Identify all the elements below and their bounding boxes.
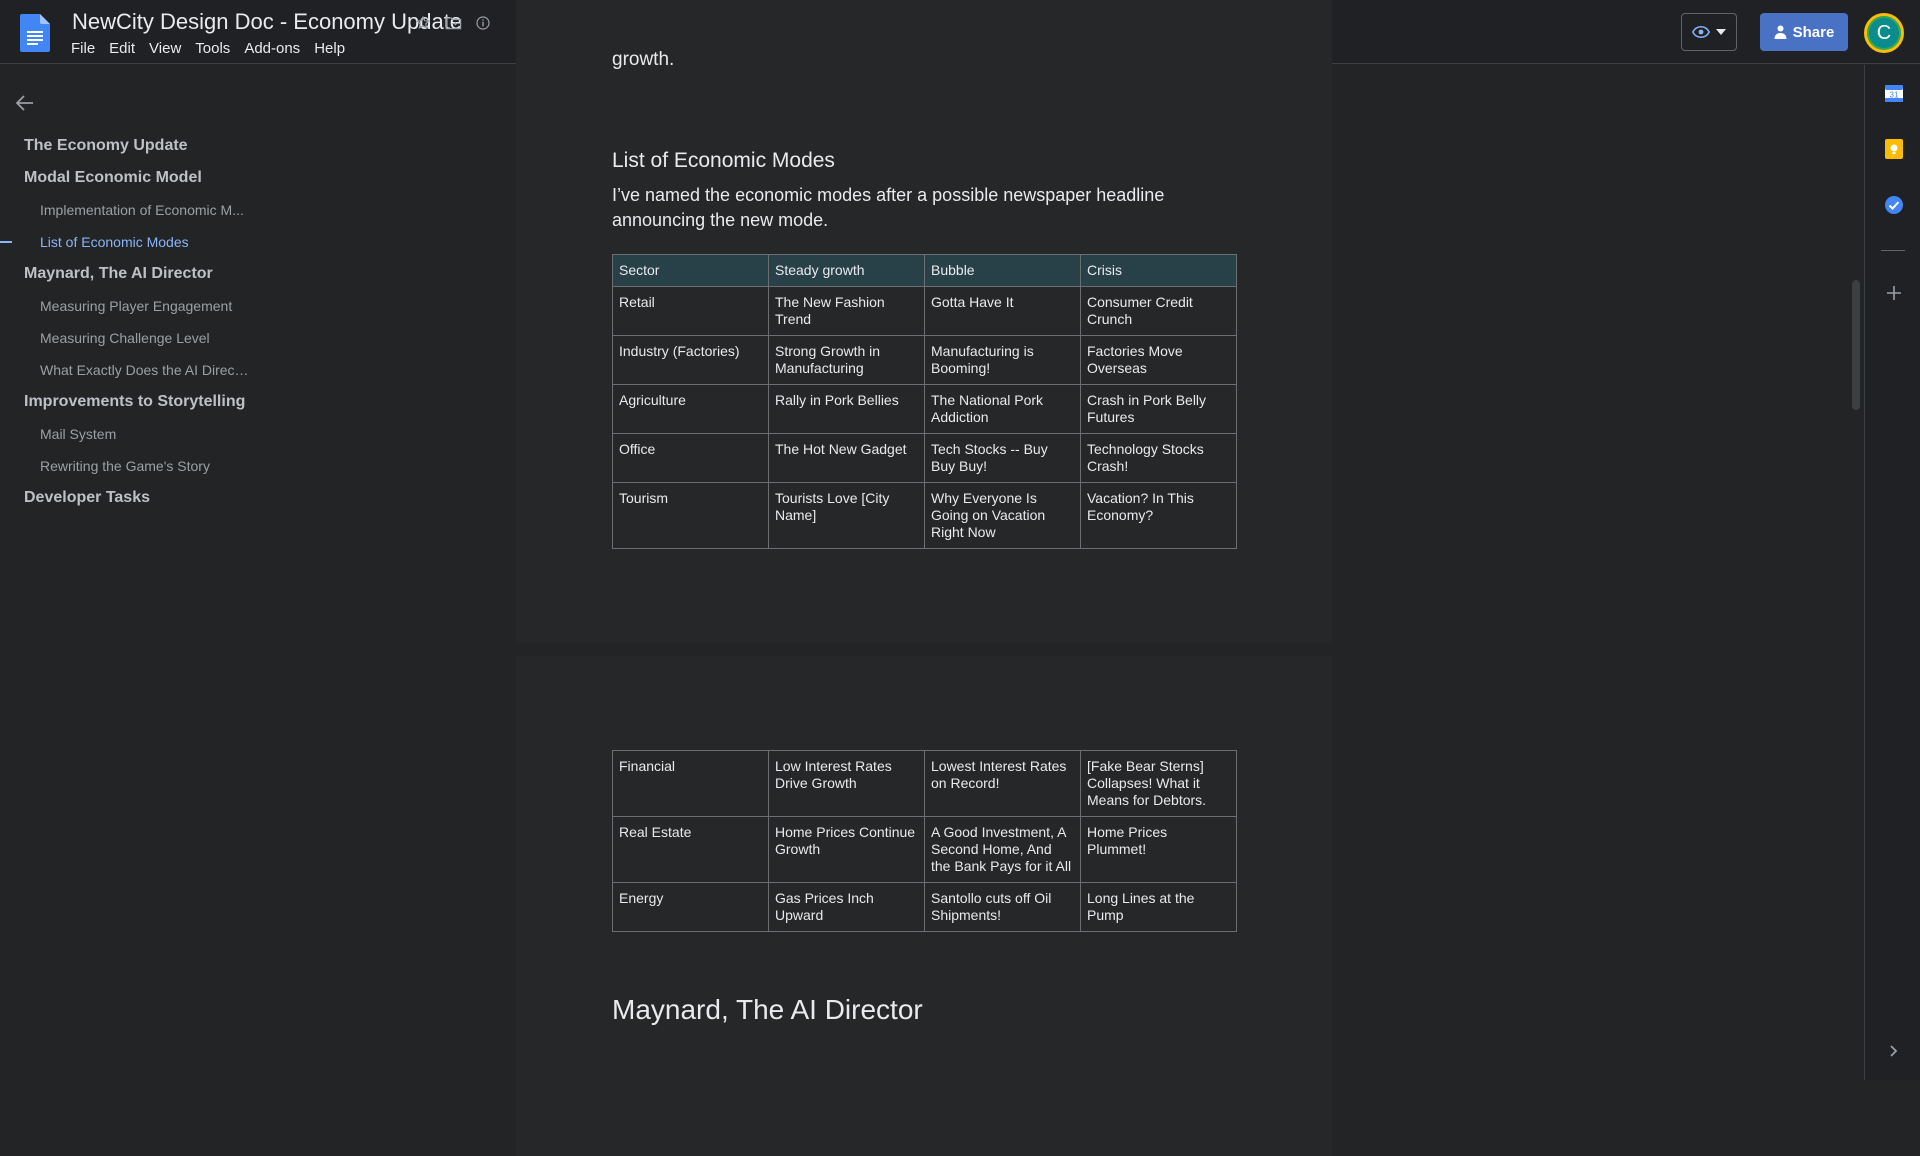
outline-item[interactable]: Developer Tasks [0, 482, 270, 514]
panel-divider [1881, 250, 1905, 251]
menu-file[interactable]: File [64, 38, 102, 59]
table-cell[interactable]: Industry (Factories) [612, 335, 769, 385]
caret-down-icon [1716, 29, 1726, 35]
economic-modes-table-continued[interactable]: Financial Low Interest Rates Drive Growth… [612, 750, 1237, 932]
table-cell[interactable]: Consumer Credit Crunch [1080, 286, 1237, 336]
table-cell[interactable]: [Fake Bear Sterns] Collapses! What it Me… [1080, 750, 1237, 817]
person-icon [1774, 25, 1787, 39]
outline-item[interactable]: Maynard, The AI Director [0, 258, 270, 290]
table-cell[interactable]: Rally in Pork Bellies [768, 384, 925, 434]
table-cell[interactable]: Tourism [612, 482, 769, 549]
table-cell[interactable]: Agriculture [612, 384, 769, 434]
side-panel: 31 [1864, 65, 1920, 1080]
table-cell[interactable]: The National Pork Addiction [924, 384, 1081, 434]
table-row: Office The Hot New Gadget Tech Stocks -- B… [612, 433, 1237, 483]
outline-item[interactable]: Mail System [0, 418, 270, 450]
share-button[interactable]: Share [1760, 13, 1848, 51]
chevron-right-icon[interactable] [1884, 1041, 1904, 1061]
document-outline: The Economy Update Modal Economic Model Im… [0, 65, 270, 1080]
table-row: Energy Gas Prices Inch Upward Santollo cut… [612, 882, 1237, 932]
vertical-scrollbar[interactable] [1852, 280, 1860, 410]
table-cell[interactable]: Energy [612, 882, 769, 932]
table-cell[interactable]: Real Estate [612, 816, 769, 883]
title-actions [412, 12, 494, 34]
table-cell[interactable]: Home Prices Plummet! [1080, 816, 1237, 883]
table-header-cell[interactable]: Sector [612, 254, 769, 287]
calendar-icon[interactable]: 31 [1884, 83, 1904, 103]
outline-item[interactable]: Implementation of Economic M... [0, 194, 270, 226]
heading-maynard[interactable]: Maynard, The AI Director [612, 994, 923, 1026]
menu-bar: File Edit View Tools Add-ons Help [64, 38, 352, 59]
outline-item[interactable]: Measuring Player Engagement [0, 290, 270, 322]
table-cell[interactable]: Why Everyone Is Going on Vacation Right … [924, 482, 1081, 549]
table-cell[interactable]: Gotta Have It [924, 286, 1081, 336]
table-header-cell[interactable]: Bubble [924, 254, 1081, 287]
outline-item[interactable]: List of Economic Modes [0, 226, 270, 258]
table-cell[interactable]: Vacation? In This Economy? [1080, 482, 1237, 549]
table-row: Tourism Tourists Love [City Name] Why Ever… [612, 482, 1237, 549]
menu-tools[interactable]: Tools [188, 38, 237, 59]
table-cell[interactable]: Home Prices Continue Growth [768, 816, 925, 883]
svg-text:31: 31 [1890, 91, 1899, 100]
menu-addons[interactable]: Add-ons [237, 38, 307, 59]
move-folder-icon[interactable] [442, 12, 464, 34]
table-cell[interactable]: Gas Prices Inch Upward [768, 882, 925, 932]
plus-icon[interactable] [1884, 283, 1904, 303]
table-cell[interactable]: Retail [612, 286, 769, 336]
outline-item[interactable]: The Economy Update [0, 130, 270, 162]
table-cell[interactable]: Financial [612, 750, 769, 817]
table-row: Financial Low Interest Rates Drive Growth… [612, 750, 1237, 817]
menu-edit[interactable]: Edit [102, 38, 142, 59]
menu-view[interactable]: View [142, 38, 188, 59]
table-cell[interactable]: The Hot New Gadget [768, 433, 925, 483]
outline-item[interactable]: Rewriting the Game's Story [0, 450, 270, 482]
outline-item[interactable]: Modal Economic Model [0, 162, 270, 194]
outline-list: The Economy Update Modal Economic Model Im… [0, 130, 270, 514]
table-cell[interactable]: The New Fashion Trend [768, 286, 925, 336]
table-header-cell[interactable]: Steady growth [768, 254, 925, 287]
table-cell[interactable]: Tech Stocks -- Buy Buy Buy! [924, 433, 1081, 483]
menu-help[interactable]: Help [307, 38, 352, 59]
tasks-icon[interactable] [1884, 195, 1904, 215]
table-cell[interactable]: Tourists Love [City Name] [768, 482, 925, 549]
back-arrow-icon[interactable] [15, 91, 34, 117]
share-label: Share [1792, 23, 1835, 41]
table-cell[interactable]: A Good Investment, A Second Home, And th… [924, 816, 1081, 883]
document-title[interactable]: NewCity Design Doc - Economy Update [72, 9, 462, 35]
economic-modes-table[interactable]: Sector Steady growth Bubble Crisis Retail Th… [612, 254, 1237, 549]
table-row: Real Estate Home Prices Continue Growth A … [612, 816, 1237, 883]
table-row: Industry (Factories) Strong Growth in Man… [612, 335, 1237, 385]
keep-icon[interactable] [1884, 139, 1904, 159]
outline-item[interactable]: Improvements to Storytelling [0, 386, 270, 418]
info-icon[interactable] [472, 12, 494, 34]
eye-icon [1692, 26, 1710, 38]
table-cell[interactable]: Long Lines at the Pump [1080, 882, 1237, 932]
table-header-cell[interactable]: Crisis [1080, 254, 1237, 287]
heading-economic-modes[interactable]: List of Economic Modes [612, 149, 835, 173]
viewing-mode-button[interactable] [1681, 13, 1737, 51]
table-cell[interactable]: Low Interest Rates Drive Growth [768, 750, 925, 817]
table-row: Agriculture Rally in Pork Bellies The Nati… [612, 384, 1237, 434]
star-icon[interactable] [412, 12, 434, 34]
table-cell[interactable]: Office [612, 433, 769, 483]
table-cell[interactable]: Crash in Pork Belly Futures [1080, 384, 1237, 434]
outline-item[interactable]: Measuring Challenge Level [0, 322, 270, 354]
table-row: Retail The New Fashion Trend Gotta Have It… [612, 286, 1237, 336]
table-cell[interactable]: Lowest Interest Rates on Record! [924, 750, 1081, 817]
body-paragraph[interactable]: I’ve named the economic modes after a po… [612, 183, 1232, 233]
body-text[interactable]: growth. [612, 49, 674, 71]
outline-item[interactable]: What Exactly Does the AI Direct... [0, 354, 270, 386]
table-cell[interactable]: Factories Move Overseas [1080, 335, 1237, 385]
table-cell[interactable]: Manufacturing is Booming! [924, 335, 1081, 385]
table-cell[interactable]: Technology Stocks Crash! [1080, 433, 1237, 483]
table-cell[interactable]: Santollo cuts off Oil Shipments! [924, 882, 1081, 932]
table-cell[interactable]: Strong Growth in Manufacturing [768, 335, 925, 385]
google-docs-icon[interactable] [20, 14, 50, 52]
account-avatar[interactable]: C [1864, 13, 1904, 53]
